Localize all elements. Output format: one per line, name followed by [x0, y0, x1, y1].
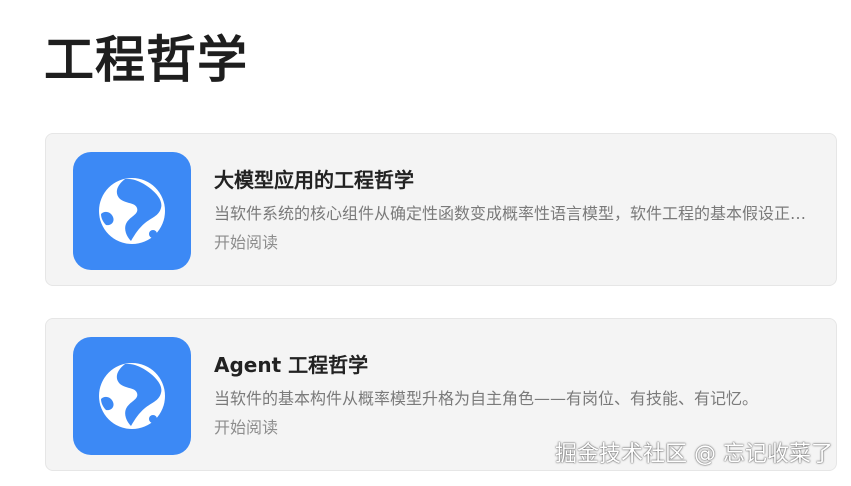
card-body: 大模型应用的工程哲学 当软件系统的核心组件从确定性函数变成概率性语言模型，软件工…	[214, 163, 814, 255]
card-description: 当软件系统的核心组件从确定性函数变成概率性语言模型，软件工程的基本假设正在被重写…	[214, 204, 814, 223]
card-body: Agent 工程哲学 当软件的基本构件从概率模型升格为自主角色——有岗位、有技能…	[214, 348, 814, 440]
globe-icon	[73, 152, 191, 270]
globe-icon	[73, 337, 191, 455]
start-reading-link[interactable]: 开始阅读	[214, 231, 814, 255]
article-card-llm-engineering[interactable]: 大模型应用的工程哲学 当软件系统的核心组件从确定性函数变成概率性语言模型，软件工…	[45, 133, 837, 286]
page-title: 工程哲学	[44, 31, 248, 89]
start-reading-link[interactable]: 开始阅读	[214, 416, 814, 440]
card-description: 当软件的基本构件从概率模型升格为自主角色——有岗位、有技能、有记忆。	[214, 389, 759, 408]
page: 工程哲学 大模型应用的工程哲学 当软件系统的核心组件从确定性函数变成概率性语言模…	[0, 0, 851, 486]
watermark: 掘金技术社区 @ 忘记收菜了	[555, 442, 833, 467]
card-title[interactable]: Agent 工程哲学	[214, 348, 814, 382]
card-title[interactable]: 大模型应用的工程哲学	[214, 163, 814, 197]
